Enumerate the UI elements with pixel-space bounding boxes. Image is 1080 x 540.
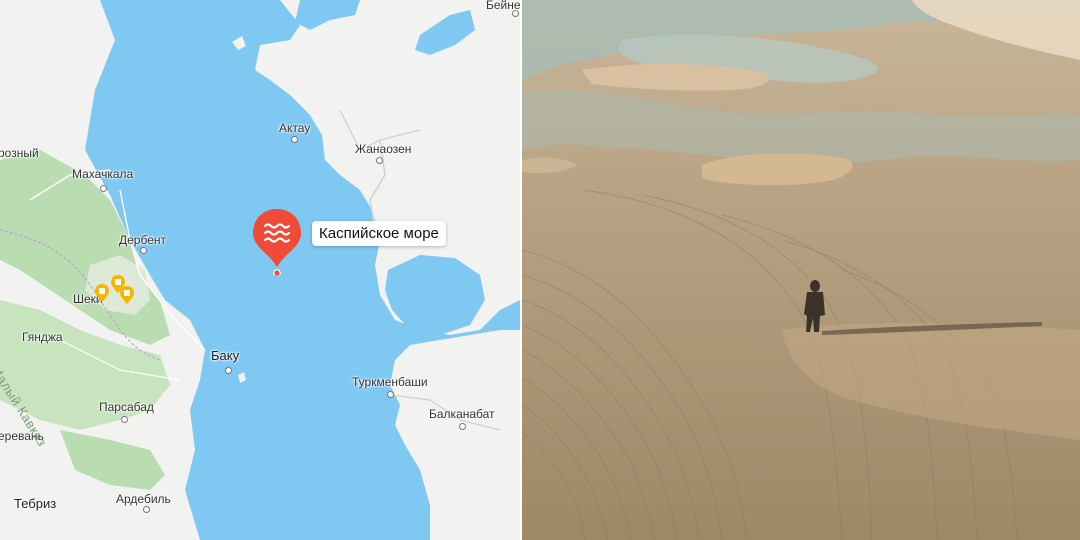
- city-dot[interactable]: [100, 185, 107, 192]
- city-label-grozny[interactable]: розный: [0, 146, 39, 160]
- city-dot[interactable]: [121, 416, 128, 423]
- city-label-parsabad[interactable]: Парсабад: [99, 400, 154, 414]
- city-dot[interactable]: [387, 391, 394, 398]
- city-label-zhanaozen[interactable]: Жанаозен: [355, 142, 411, 156]
- sea-pin[interactable]: [251, 207, 303, 275]
- city-label-baku[interactable]: Баку: [211, 349, 239, 363]
- city-label-beineu[interactable]: Бейнеу: [486, 0, 520, 12]
- city-dot[interactable]: [140, 247, 147, 254]
- city-label-turkmenbashi[interactable]: Туркменбаши: [352, 375, 428, 389]
- photo-panel: [522, 0, 1080, 540]
- city-label-makhachkala[interactable]: Махачкала: [72, 167, 133, 181]
- city-label-ganja[interactable]: Гянджа: [22, 330, 63, 344]
- city-dot[interactable]: [225, 367, 232, 374]
- city-label-derbent[interactable]: Дербент: [119, 233, 166, 247]
- map-panel[interactable]: Бейнеу розный Махачкала Актау Жанаозен Д…: [0, 0, 520, 540]
- city-label-tabriz[interactable]: Тебриз: [14, 497, 56, 511]
- city-dot[interactable]: [291, 136, 298, 143]
- map-marker-icon[interactable]: [95, 284, 109, 302]
- city-label-ardabil[interactable]: Ардебиль: [116, 492, 171, 506]
- city-dot[interactable]: [376, 157, 383, 164]
- city-dot[interactable]: [459, 423, 466, 430]
- city-label-balkanabat[interactable]: Балканабат: [429, 407, 495, 421]
- aerial-photo: [522, 0, 1080, 540]
- city-dot[interactable]: [143, 506, 150, 513]
- sea-label[interactable]: Каспийское море: [312, 221, 446, 246]
- map-marker-icon[interactable]: [120, 286, 134, 304]
- city-label-aktau[interactable]: Актау: [279, 121, 310, 135]
